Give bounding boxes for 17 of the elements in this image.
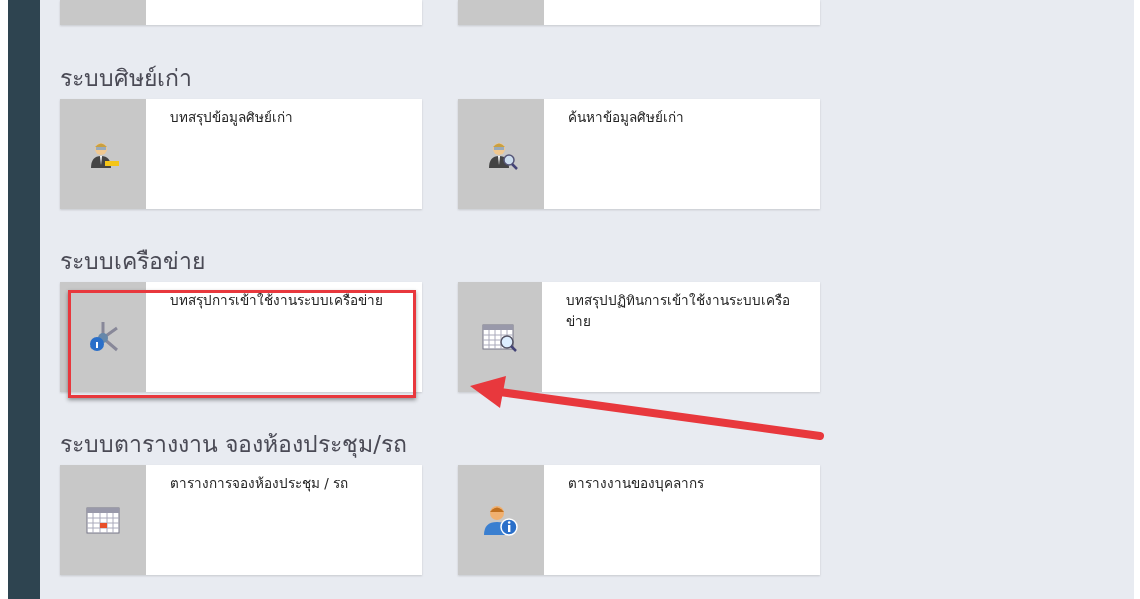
section-heading: ระบบศิษย์เก่า bbox=[60, 64, 193, 93]
menu-card[interactable] bbox=[60, 0, 422, 25]
card-title: บทสรุปปฏิทินการเข้าใช้งานระบบเครือข่าย bbox=[565, 291, 792, 331]
menu-card[interactable]: บทสรุปปฏิทินการเข้าใช้งานระบบเครือข่าย bbox=[458, 282, 820, 392]
menu-card[interactable]: บทสรุปข้อมูลศิษย์เก่า bbox=[60, 99, 422, 209]
section-heading: ระบบตารางงาน จองห้องประชุม/รถ bbox=[60, 430, 409, 460]
menu-card[interactable]: ตารางการจองห้องประชุม / รถ bbox=[60, 465, 422, 575]
menu-card[interactable]: ค้นหาข้อมูลศิษย์เก่า bbox=[458, 99, 820, 209]
card-title: บทสรุปข้อมูลศิษย์เก่า bbox=[169, 108, 294, 128]
section-heading: ระบบเครือข่าย bbox=[60, 247, 206, 276]
menu-card[interactable]: ตารางงานของบุคลากร bbox=[458, 465, 820, 575]
card-title: ค้นหาข้อมูลศิษย์เก่า bbox=[567, 108, 685, 128]
card-title: ตารางงานของบุคลากร bbox=[567, 474, 705, 494]
person-info-icon bbox=[482, 503, 520, 537]
card-title: บทสรุปการเข้าใช้งานระบบเครือข่าย bbox=[169, 291, 384, 311]
card-title: ตารางการจองห้องประชุม / รถ bbox=[169, 474, 350, 494]
menu-card[interactable] bbox=[458, 0, 820, 25]
